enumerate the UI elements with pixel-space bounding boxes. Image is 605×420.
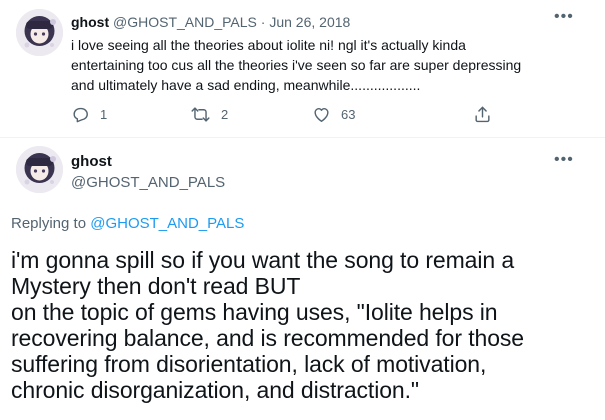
tweet-text-line: recovering balance, and is recommended f… — [11, 325, 524, 351]
tweet-text-line: on the topic of gems having uses, "Iolit… — [11, 299, 498, 325]
replying-prefix: Replying to — [11, 215, 87, 232]
avatar[interactable] — [16, 146, 63, 193]
retweet-button[interactable]: 2 — [190, 105, 228, 124]
reply-button[interactable]: 1 — [71, 105, 107, 124]
tweet-actions: 1 2 63 — [71, 105, 501, 127]
like-button[interactable]: 63 — [312, 105, 355, 124]
tweet-text-line: entertaining too cus all the theories i'… — [71, 57, 522, 73]
avatar[interactable] — [16, 9, 63, 56]
tweet-header: ghost @GHOST_AND_PALS · Jun 26, 2018 — [71, 13, 350, 31]
retweet-count: 2 — [221, 107, 229, 122]
handle[interactable]: @GHOST_AND_PALS — [113, 14, 257, 30]
tweet-text-line: chronic disorganization, and distraction… — [11, 377, 419, 403]
tweet-text: i'm gonna spill so if you want the song … — [11, 247, 601, 403]
tweet-text-line: Mystery then don't read BUT — [11, 273, 301, 299]
display-name[interactable]: ghost — [71, 14, 109, 30]
more-icon[interactable]: ••• — [554, 152, 574, 168]
retweet-icon — [190, 105, 211, 124]
like-count: 63 — [341, 107, 356, 122]
reply-icon — [71, 105, 90, 124]
share-button[interactable] — [473, 105, 492, 124]
tweet-text: i love seeing all the theories about iol… — [71, 35, 571, 95]
replying-handle-link[interactable]: @GHOST_AND_PALS — [90, 215, 244, 232]
tweet-parent[interactable]: ghost @GHOST_AND_PALS · Jun 26, 2018 •••… — [0, 0, 605, 138]
reply-count: 1 — [100, 107, 108, 122]
tweet-text-line: and ultimately have a sad ending, meanwh… — [71, 77, 421, 93]
tweet-text-line: suffering from disorientation, lack of m… — [11, 351, 487, 377]
display-name[interactable]: ghost — [71, 152, 112, 171]
heart-icon — [312, 105, 331, 124]
tweet-date[interactable]: Jun 26, 2018 — [269, 14, 350, 30]
tweet-text-line: i love seeing all the theories about iol… — [71, 37, 466, 53]
separator: · — [260, 14, 266, 30]
handle[interactable]: @GHOST_AND_PALS — [71, 173, 225, 192]
share-icon — [473, 105, 492, 124]
tweet-text-line: i'm gonna spill so if you want the song … — [11, 247, 515, 273]
more-icon[interactable]: ••• — [554, 9, 574, 25]
replying-to: Replying to @GHOST_AND_PALS — [11, 214, 244, 233]
